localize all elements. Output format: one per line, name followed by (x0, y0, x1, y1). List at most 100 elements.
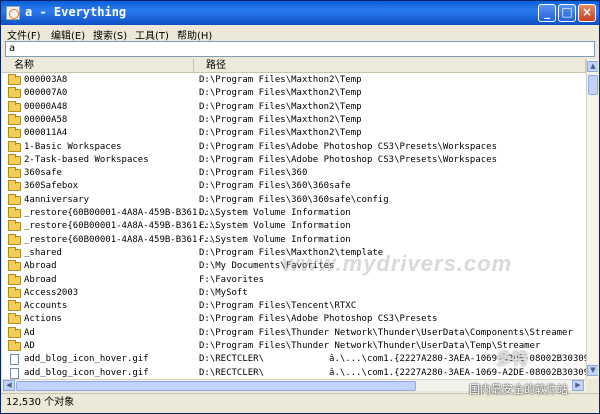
item-path: D:\Program Files\Tencent\RTXC (199, 301, 357, 312)
list-item[interactable]: _restore{60B00001-4A8A-459B-B361-... F:\S… (2, 233, 586, 247)
file-icon (10, 367, 19, 379)
folder-icon (8, 246, 21, 258)
logo-slogan: 国内最安全的软件站 (469, 384, 568, 396)
folder-icon (8, 74, 21, 85)
item-path: D:\Program Files\Maxthon2\Temp (199, 101, 362, 112)
list-item[interactable]: 1-Basic Workspaces D:\Program Files\Adobe… (2, 140, 586, 154)
folder-icon (8, 313, 21, 325)
list-item[interactable]: 4anniversary D:\Program Files\360\360safe… (2, 193, 586, 207)
list-item[interactable]: 000003A8 D:\Program Files\Maxthon2\Temp (2, 74, 586, 87)
item-name: 00000A48 (24, 101, 68, 112)
file-icon (10, 354, 19, 366)
horizontal-scroll-thumb[interactable] (16, 381, 416, 391)
close-button[interactable]: × (578, 4, 596, 22)
folder-icon (8, 326, 21, 338)
maximize-button[interactable]: □ (558, 4, 576, 22)
scroll-left-button[interactable]: ◀ (3, 380, 15, 391)
item-name: 360safe (24, 168, 62, 179)
vertical-scroll-thumb[interactable] (588, 75, 598, 95)
item-name: Ad (24, 327, 35, 338)
title-bar[interactable]: a - Everything _ □ × (1, 1, 599, 25)
folder-icon (8, 113, 21, 125)
item-path: D:\Program Files\Adobe Photoshop CS3\Pre… (199, 314, 438, 325)
item-path: E:\System Volume Information (199, 221, 351, 232)
item-name: 1-Basic Workspaces (24, 141, 122, 152)
folder-icon (8, 167, 21, 179)
folder-icon (8, 233, 21, 245)
folder-icon (8, 180, 21, 192)
item-path: D:\Program Files\Maxthon2\Temp (199, 114, 362, 125)
menu-bar: 文件(F) 编辑(E) 搜索(S) 工具(T) 帮助(H) (1, 25, 599, 42)
minimize-icon: _ (544, 5, 550, 19)
item-name: 4anniversary (24, 194, 90, 205)
folder-icon (8, 87, 21, 99)
item-name: 000007A0 (24, 88, 68, 99)
search-input[interactable]: a (5, 41, 595, 57)
folder-icon (8, 100, 21, 112)
list-item[interactable]: 00000A48 D:\Program Files\Maxthon2\Temp (2, 100, 586, 114)
folder-icon (8, 260, 21, 272)
item-name: 360Safebox (24, 181, 79, 192)
list-item[interactable]: _restore{60B00001-4A8A-459B-B361-... D:\S… (2, 207, 586, 220)
minimize-button[interactable]: _ (538, 4, 556, 22)
maximize-icon: □ (561, 5, 573, 19)
item-path: D:\Program Files\360\360safe (199, 181, 351, 192)
list-item[interactable]: 000007A0 D:\Program Files\Maxthon2\Temp (2, 87, 586, 100)
item-path: D:\Program Files\Adobe Photoshop CS3\Pre… (199, 154, 498, 165)
folder-icon (8, 300, 21, 312)
item-path: D:\MySoft (199, 287, 248, 298)
list-item[interactable]: Actions D:\Program Files\Adobe Photoshop … (2, 313, 586, 326)
item-path: D:\Program Files\Maxthon2\Temp (199, 75, 362, 85)
item-path: D:\Program Files\Maxthon2\Temp (199, 88, 362, 99)
item-name: add_blog_icon_hover.gif (24, 354, 149, 365)
list-item[interactable]: 360Safebox D:\Program Files\360\360safe (2, 180, 586, 193)
item-path: D:\Program Files\360 (199, 168, 308, 179)
folder-icon (8, 220, 21, 232)
item-path: D:\Program Files\360\360safe\config (199, 194, 389, 205)
window-title: a - Everything (25, 5, 127, 19)
item-path: F:\System Volume Information (199, 234, 351, 245)
item-name: 000011A4 (24, 128, 68, 139)
item-name: Abroad (24, 274, 57, 285)
logo-title: 多特 (496, 351, 529, 368)
list-item[interactable]: Accounts D:\Program Files\Tencent\RTXC (2, 300, 586, 313)
item-name: _shared (24, 247, 62, 258)
list-item[interactable]: Ad D:\Program Files\Thunder Network\Thund… (2, 326, 586, 340)
item-name: _restore{60B00001-4A8A-459B-B361-... (24, 221, 220, 232)
object-count: 12,530 个对象 (6, 397, 75, 408)
list-item[interactable]: 000011A4 D:\Program Files\Maxthon2\Temp (2, 127, 586, 140)
menu-file[interactable]: 文件(F) (7, 27, 41, 42)
list-item[interactable]: 2-Task-based Workspaces D:\Program Files\… (2, 153, 586, 167)
item-name: 00000A58 (24, 114, 68, 125)
item-name: AD (24, 341, 35, 351)
column-header-name[interactable]: 名称 (2, 59, 194, 73)
folder-icon (8, 340, 21, 351)
menu-tools[interactable]: 工具(T) (135, 27, 169, 42)
item-name: Actions (24, 314, 62, 325)
list-item[interactable]: Access2003 D:\MySoft (2, 286, 586, 300)
item-name: _restore{60B00001-4A8A-459B-B361-... (24, 234, 220, 245)
scroll-up-button[interactable]: ▲ (587, 61, 598, 72)
folder-icon (8, 127, 21, 139)
menu-search[interactable]: 搜索(S) (93, 27, 127, 42)
watermark: www.mydrivers.com (282, 251, 513, 276)
menu-help[interactable]: 帮助(H) (177, 27, 212, 42)
vertical-scrollbar[interactable]: ▲ ▼ (586, 59, 598, 379)
item-path: D:\Program Files\Thunder Network\Thunder… (199, 327, 573, 338)
folder-icon (8, 273, 21, 285)
item-path: D:\Program Files\Adobe Photoshop CS3\Pre… (199, 141, 498, 152)
item-path: D:\Program Files\Maxthon2\Temp (199, 128, 362, 139)
folder-icon (8, 153, 21, 165)
folder-icon (8, 140, 21, 152)
list-item[interactable]: 00000A58 D:\Program Files\Maxthon2\Temp (2, 113, 586, 127)
menu-edit[interactable]: 编辑(E) (51, 27, 85, 42)
item-path: D:\System Volume Information (199, 208, 351, 218)
column-header-path[interactable]: 路径 (194, 59, 586, 73)
item-name: Accounts (24, 301, 68, 312)
everything-window: a - Everything _ □ × 文件(F) 编辑(E) 搜索(S) 工… (0, 0, 600, 414)
list-item[interactable]: 360safe D:\Program Files\360 (2, 167, 586, 180)
list-item[interactable]: _restore{60B00001-4A8A-459B-B361-... E:\S… (2, 220, 586, 233)
site-logo-watermark: 多特 国内最安全的软件站 (461, 341, 599, 401)
item-path: F:\Favorites (199, 274, 265, 285)
item-name: 2-Task-based Workspaces (24, 154, 149, 165)
